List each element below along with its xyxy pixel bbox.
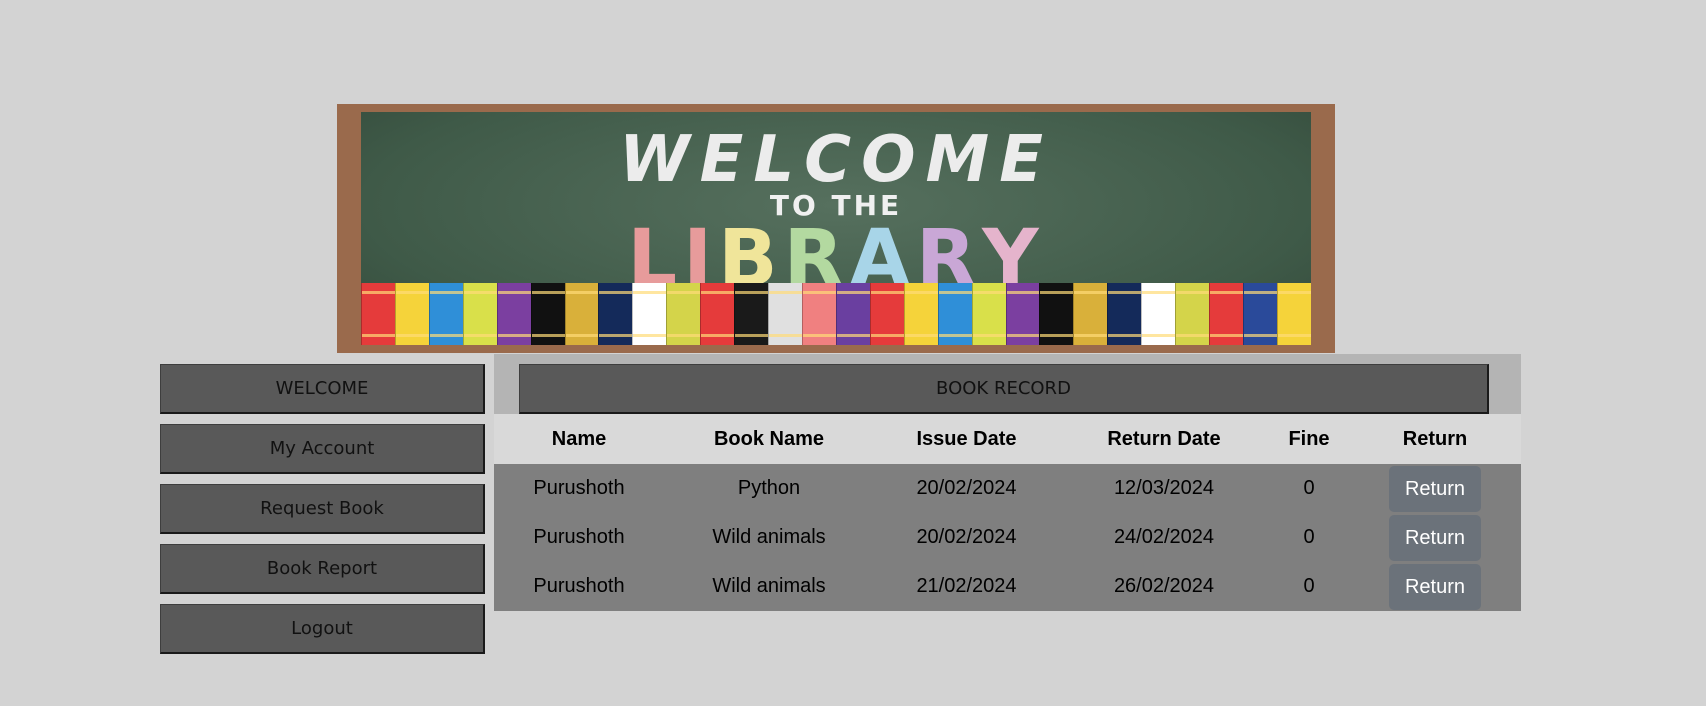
banner-welcome-text: WELCOME [619,123,1053,197]
book-spine [700,283,735,345]
column-header-fine: Fine [1288,427,1330,450]
book-spine [768,283,802,345]
sidebar-item-welcome[interactable]: WELCOME [160,364,485,414]
book-spine [1005,283,1040,345]
book-spine [564,283,599,345]
return-button[interactable]: Return [1389,563,1481,610]
table-header-row: Name Book Name Issue Date Return Date Fi… [494,414,1521,464]
column-header-return-date: Return Date [1107,427,1221,450]
page: WELCOME TO THE LIBRARY WELCOME My Accoun… [0,0,1706,706]
sidebar-item-book-report[interactable]: Book Report [160,544,485,594]
sidebar-item-request-book[interactable]: Request Book [160,484,485,534]
book-spine [801,283,836,345]
column-header-return: Return [1402,427,1468,450]
book-record-panel: BOOK RECORD [494,354,1521,414]
cell-fine: 0 [1303,477,1315,499]
cell-return: Return [1349,464,1521,513]
column-header-book-name: Book Name [713,427,825,450]
book-spine [971,283,1006,345]
cell-return: Return [1349,562,1521,611]
bookshelf-illustration [361,283,1311,345]
book-record-table: Name Book Name Issue Date Return Date Fi… [494,414,1521,611]
book-spine [462,283,497,345]
table-row: Purushoth Python 20/02/2024 12/03/2024 0… [494,464,1521,513]
book-spine [530,283,565,345]
cell-return: Return [1349,513,1521,562]
sidebar-item-logout[interactable]: Logout [160,604,485,654]
cell-issue-date: 21/02/2024 [916,575,1017,597]
cell-fine: 0 [1303,526,1315,548]
book-spine [1276,283,1311,345]
chalkboard: WELCOME TO THE LIBRARY [361,112,1311,345]
table-row: Purushoth Wild animals 20/02/2024 24/02/… [494,513,1521,562]
cell-book-name: Python [737,477,801,499]
cell-return-date: 12/03/2024 [1113,477,1215,499]
cell-return-date: 26/02/2024 [1113,575,1215,597]
book-spine [598,283,633,345]
cell-issue-date: 20/02/2024 [916,477,1017,499]
book-spine [734,283,769,345]
book-spine [1209,283,1243,345]
welcome-library-banner: WELCOME TO THE LIBRARY [337,104,1335,353]
page-title: BOOK RECORD [519,364,1489,414]
book-spine [1175,283,1210,345]
book-spine [361,283,395,345]
cell-book-name: Wild animals [712,575,826,597]
book-spine [1073,283,1108,345]
sidebar-nav: WELCOME My Account Request Book Book Rep… [160,364,485,664]
book-spine [666,283,701,345]
book-spine [632,283,667,345]
book-spine [835,283,870,345]
return-button[interactable]: Return [1389,514,1481,561]
cell-name: Purushoth [533,526,625,548]
book-spine [496,283,531,345]
book-spine [1107,283,1142,345]
book-spine [869,283,904,345]
column-header-name: Name [551,427,607,450]
book-spine [937,283,972,345]
book-spine [903,283,938,345]
cell-issue-date: 20/02/2024 [916,526,1017,548]
column-header-issue-date: Issue Date [916,427,1017,450]
table-row: Purushoth Wild animals 21/02/2024 26/02/… [494,562,1521,611]
cell-name: Purushoth [533,575,625,597]
sidebar-item-my-account[interactable]: My Account [160,424,485,474]
cell-book-name: Wild animals [712,526,826,548]
book-spine [428,283,463,345]
cell-return-date: 24/02/2024 [1113,526,1215,548]
book-spine [1242,283,1277,345]
return-button[interactable]: Return [1389,465,1481,512]
book-spine [394,283,429,345]
book-spine [1039,283,1074,345]
book-spine [1141,283,1176,345]
cell-name: Purushoth [533,477,625,499]
cell-fine: 0 [1303,575,1315,597]
